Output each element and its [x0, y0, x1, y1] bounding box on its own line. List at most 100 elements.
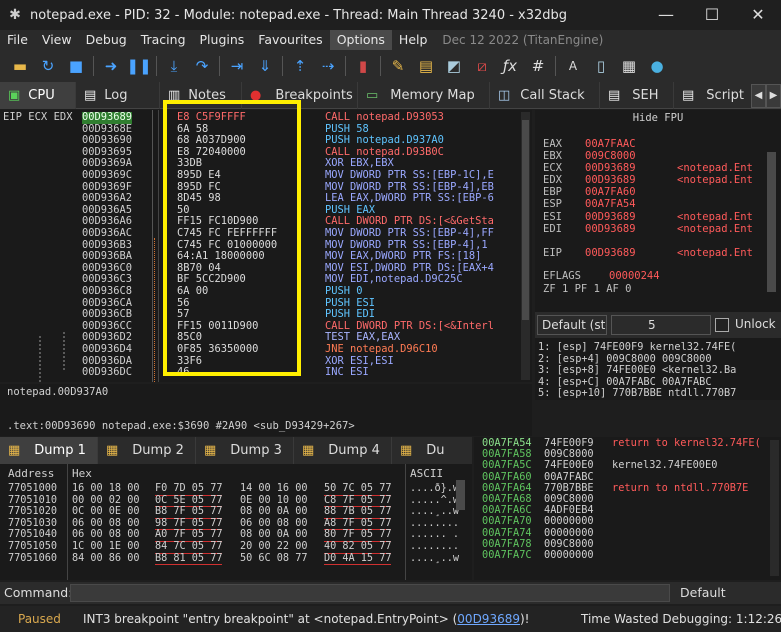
variables-icon[interactable]: #	[524, 53, 552, 79]
menu-favourites[interactable]: Favourites	[251, 30, 329, 50]
memory-icon[interactable]: ▯	[587, 53, 615, 79]
cpu-icon: ▣	[8, 88, 21, 103]
tab-dump-3[interactable]: ▦ Dump 3	[196, 437, 294, 464]
dump-icon: ▦	[106, 443, 119, 458]
debug-state: Paused	[18, 612, 61, 626]
dump-view[interactable]: Address Hex ASCII 77051000 16 00 18 00 F0 …	[0, 464, 472, 580]
register-comment: <notepad.Ent	[677, 247, 753, 259]
stack-row[interactable]: 00A7FA5C 74FE00E0 kernel32.74FE00E0	[478, 460, 778, 471]
minimize-button[interactable]: —	[643, 0, 689, 30]
globe-icon[interactable]: ●	[643, 53, 671, 79]
register-name: EIP	[543, 247, 562, 259]
font-icon[interactable]: A	[559, 53, 587, 79]
run-to-user-code-icon[interactable]: ⇢	[314, 53, 342, 79]
toolbar-separator	[282, 56, 283, 76]
argument-row[interactable]: 3: [esp+8] 74FE00E0 <kernel32.Ba	[538, 364, 736, 376]
dump-row[interactable]: 77051030 06 00 08 00 98 7F 05 77 06 00 08 0…	[8, 518, 468, 531]
trace-over-icon[interactable]: ⇓	[251, 53, 279, 79]
restart-icon[interactable]: ↻	[34, 53, 62, 79]
dump-row[interactable]: 77051050 1C 00 1E 00 84 7C 05 77 20 00 22 0…	[8, 541, 468, 554]
trace-into-icon[interactable]: ⇥	[223, 53, 251, 79]
dump-row[interactable]: 77051020 0C 00 0E 00 B8 7F 05 77 08 00 0A 0…	[8, 506, 468, 519]
tab-scroll-right-icon[interactable]: ▶	[766, 84, 781, 108]
labels-icon[interactable]: ◩	[440, 53, 468, 79]
menu-debug[interactable]: Debug	[79, 30, 134, 50]
dump-row[interactable]: 77051040 06 00 08 00 A0 7F 05 77 08 00 0A 0…	[8, 529, 468, 542]
memory-icon: ▭	[366, 88, 379, 103]
hide-fpu-button[interactable]: Hide FPU	[535, 112, 781, 124]
unlock-checkbox[interactable]	[715, 318, 729, 332]
stack-address: 00A7FA7C	[482, 549, 532, 561]
calculator-icon[interactable]: ▦	[615, 53, 643, 79]
stack-scrollbar[interactable]	[770, 440, 779, 576]
tab-dump-5[interactable]: ▦ Du	[392, 437, 472, 464]
dump-row[interactable]: 77051060 84 00 86 00 B8 81 05 77 50 6C 08 7…	[8, 553, 468, 566]
tab-dump-4[interactable]: ▦ Dump 4	[294, 437, 392, 464]
stop-icon[interactable]: ■	[62, 53, 90, 79]
convention-dropdown[interactable]: Default (stdcall)	[537, 315, 607, 335]
command-mode-dropdown[interactable]: Default	[676, 584, 780, 602]
argument-row[interactable]: 4: [esp+C] 00A7FABC 00A7FABC	[538, 376, 712, 388]
register-value[interactable]: 00D93689	[585, 223, 636, 235]
step-over-icon[interactable]: ↷	[188, 53, 216, 79]
menu-options[interactable]: Options	[329, 30, 392, 50]
tab-dump-2[interactable]: ▦ Dump 2	[98, 437, 196, 464]
scylla-icon[interactable]: ▮	[349, 53, 377, 79]
menu-view[interactable]: View	[35, 30, 79, 50]
scrollbar-thumb[interactable]	[522, 120, 529, 320]
dump-row[interactable]: 77051000 16 00 18 00 F0 7D 05 77 14 00 16 0…	[8, 483, 468, 496]
register-value[interactable]: 009C8000	[585, 150, 636, 162]
registers-scrollbar[interactable]	[767, 152, 776, 292]
argument-row[interactable]: 5: [esp+10] 770B7BBE ntdll.770B7	[538, 387, 736, 399]
stack-row[interactable]: 00A7FA7C 00000000	[478, 549, 778, 561]
tab-dump-1[interactable]: ▦ Dump 1	[0, 437, 98, 464]
run-icon[interactable]: ➜	[97, 53, 125, 79]
execute-till-return-icon[interactable]: ⇡	[286, 53, 314, 79]
arguments-view[interactable]: 1: [esp] 74FE00F9 kernel32.74FE(2: [esp+…	[535, 338, 781, 400]
menu-file[interactable]: File	[0, 30, 35, 50]
tab-seh[interactable]: ▤ SEH	[600, 82, 674, 109]
argument-row[interactable]: 1: [esp] 74FE00F9 kernel32.74FE(	[538, 341, 736, 353]
comments-icon[interactable]: ▤	[412, 53, 440, 79]
step-into-icon[interactable]: ⤓	[160, 53, 188, 79]
tab-call-stack[interactable]: ◫ Call Stack	[490, 82, 600, 109]
register-name: ECX	[543, 162, 562, 174]
tab-script[interactable]: ▤ Script	[674, 82, 752, 109]
stack-view[interactable]: 00A7FA54 74FE00F9 return to kernel32.74FE(…	[474, 437, 781, 580]
command-input[interactable]	[70, 584, 670, 602]
open-folder-icon[interactable]: ▬	[6, 53, 34, 79]
tab-scroll-left-icon[interactable]: ◀	[751, 84, 766, 108]
disassembly-scrollbar[interactable]	[521, 112, 530, 380]
dump-header-address: Address	[8, 467, 55, 480]
register-value[interactable]: 00D93689	[585, 162, 636, 174]
register-value[interactable]: 00A7FA60	[585, 186, 636, 198]
tab-memory-map[interactable]: ▭ Memory Map	[358, 82, 490, 109]
register-value[interactable]: 00A7FAAC	[585, 138, 636, 150]
dump-scrollbar[interactable]	[456, 480, 465, 510]
functions-icon[interactable]: ƒx	[496, 53, 524, 79]
register-value[interactable]: 00A7FA54	[585, 198, 636, 210]
dump-row[interactable]: 77051010 00 00 02 00 0C 5E 05 77 0E 00 10 0…	[8, 495, 468, 508]
stack-row[interactable]: 00A7FA70 00000000	[478, 516, 778, 527]
close-button[interactable]: ✕	[735, 0, 781, 30]
entry-point-link[interactable]: 00D93689	[457, 612, 520, 626]
menu-tracing[interactable]: Tracing	[134, 30, 193, 50]
flags-row[interactable]: ZF 1 PF 1 AF 0	[543, 283, 632, 295]
argument-count-spinner[interactable]: 5	[611, 315, 711, 335]
register-value[interactable]: 00D93689	[585, 174, 636, 186]
menu-help[interactable]: Help	[392, 30, 435, 50]
register-row: EDX 00D93689 <notepad.Ent	[543, 174, 753, 186]
pause-icon[interactable]: ❚❚	[125, 53, 153, 79]
tab-cpu[interactable]: ▣ CPU	[0, 82, 76, 109]
register-value[interactable]: 00D93689	[585, 247, 636, 259]
dump-address: 77051000	[8, 483, 58, 494]
menu-plugins[interactable]: Plugins	[193, 30, 252, 50]
tab-log[interactable]: ▤ Log	[76, 82, 160, 109]
register-comment: <notepad.Ent	[677, 174, 753, 186]
patch-icon[interactable]: ✎	[384, 53, 412, 79]
argument-row[interactable]: 2: [esp+4] 009C8000 009C8000	[538, 353, 712, 365]
bookmarks-icon[interactable]: ⧄	[468, 53, 496, 79]
dump-address: 77051020	[8, 506, 58, 518]
register-value[interactable]: 00D93689	[585, 211, 636, 223]
maximize-button[interactable]: ☐	[689, 0, 735, 30]
